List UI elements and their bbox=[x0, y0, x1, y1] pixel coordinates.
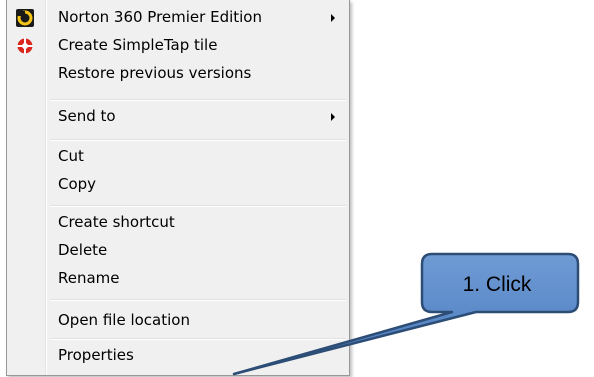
callout-label: 1. Click bbox=[462, 273, 532, 296]
callout-annotation bbox=[232, 252, 580, 376]
